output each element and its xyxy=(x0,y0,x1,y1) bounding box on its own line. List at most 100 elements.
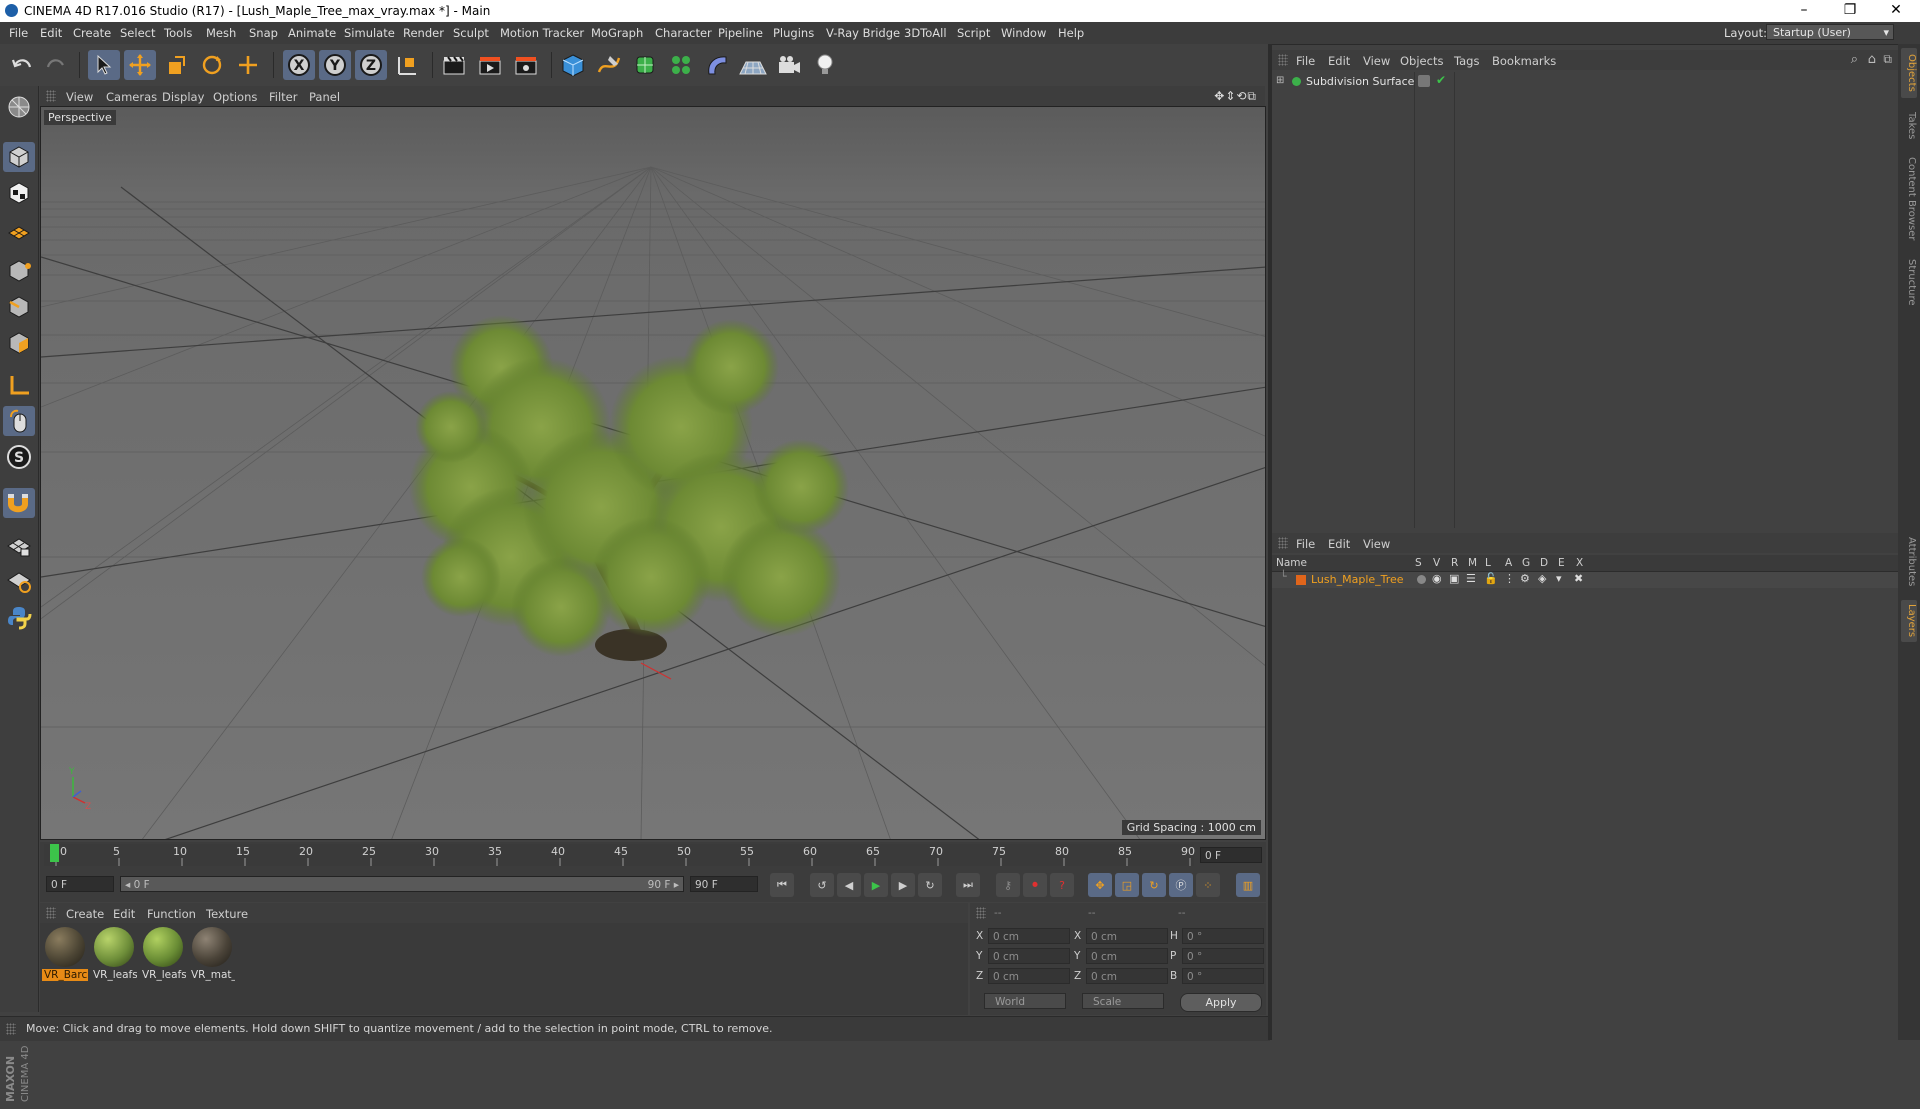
manager-list-icon[interactable]: ☰ xyxy=(1466,572,1476,585)
axis-mode-button[interactable] xyxy=(3,370,35,400)
viewport-menu-options[interactable]: Options xyxy=(213,90,257,104)
size-mode-select[interactable]: Scale xyxy=(1082,993,1164,1009)
rotation-b-field[interactable]: 0 ° xyxy=(1182,968,1264,984)
recent-tool-button[interactable] xyxy=(232,50,264,80)
layer-col-view[interactable]: V xyxy=(1433,557,1440,569)
layer-name[interactable]: Lush_Maple_Tree xyxy=(1311,573,1404,586)
objects-menu-objects[interactable]: Objects xyxy=(1400,54,1443,68)
timeline-ruler[interactable]: 0 5 10 15 20 25 30 35 40 45 50 55 60 65 … xyxy=(40,842,1266,868)
maximize-button[interactable]: ❐ xyxy=(1830,2,1870,18)
menu-mograph[interactable]: MoGraph xyxy=(591,26,643,40)
deformer-icon[interactable]: ◈ xyxy=(1538,572,1546,585)
polygons-mode-button[interactable] xyxy=(3,328,35,358)
layers-menu-edit[interactable]: Edit xyxy=(1328,537,1350,551)
layers-menu-file[interactable]: File xyxy=(1296,537,1315,551)
render-settings-button[interactable] xyxy=(510,50,542,80)
add-camera-button[interactable] xyxy=(773,50,805,80)
menu-pipeline[interactable]: Pipeline xyxy=(718,26,763,40)
search-icon[interactable]: ⌕ xyxy=(1851,52,1858,67)
layer-col-name[interactable]: Name xyxy=(1276,557,1307,569)
points-mode-button[interactable] xyxy=(3,256,35,286)
menu-render[interactable]: Render xyxy=(403,26,444,40)
viewport-menu-cameras[interactable]: Cameras xyxy=(106,90,157,104)
layer-col-render[interactable]: R xyxy=(1451,557,1458,569)
z-axis-lock-button[interactable]: Z xyxy=(355,50,387,80)
add-mograph-button[interactable] xyxy=(665,50,697,80)
tab-attributes[interactable]: Attributes xyxy=(1901,532,1917,592)
expand-icon[interactable]: ⊞ xyxy=(1276,75,1284,86)
solo-mode-button[interactable]: S xyxy=(3,442,35,472)
go-to-start-button[interactable]: ⏮ xyxy=(770,873,794,897)
menu-tools[interactable]: Tools xyxy=(164,26,192,40)
solo-dot-icon[interactable] xyxy=(1417,575,1426,584)
move-tool-button[interactable] xyxy=(124,50,156,80)
material-menu-edit[interactable]: Edit xyxy=(113,907,135,921)
menu-3dtoall[interactable]: 3DToAll xyxy=(904,26,947,40)
add-generator-button[interactable] xyxy=(629,50,661,80)
visibility-toggle-icon[interactable] xyxy=(1418,75,1430,87)
next-frame-button[interactable]: ▶ xyxy=(891,873,915,897)
layer-col-deformers[interactable]: D xyxy=(1540,557,1548,569)
coordinate-system-button[interactable] xyxy=(391,50,423,80)
tab-layers[interactable]: Layers xyxy=(1901,600,1917,642)
previous-keyframe-button[interactable]: ↺ xyxy=(810,873,834,897)
play-button[interactable]: ▶ xyxy=(864,873,888,897)
position-y-field[interactable]: 0 cm xyxy=(988,948,1070,964)
layer-col-manager[interactable]: M xyxy=(1468,557,1477,569)
menu-plugins[interactable]: Plugins xyxy=(773,26,814,40)
previous-frame-button[interactable]: ◀ xyxy=(837,873,861,897)
redo-button[interactable] xyxy=(40,50,72,80)
tab-takes[interactable]: Takes xyxy=(1901,106,1917,146)
material-menu-function[interactable]: Function xyxy=(147,907,196,921)
material-swatch[interactable]: VR_Barc xyxy=(42,925,88,981)
timeline-playhead[interactable] xyxy=(50,844,59,862)
panel-grip-icon[interactable] xyxy=(976,907,986,919)
next-keyframe-button[interactable]: ↻ xyxy=(918,873,942,897)
tab-objects[interactable]: Objects xyxy=(1901,48,1917,98)
menu-motion-tracker[interactable]: Motion Tracker xyxy=(500,26,584,40)
current-frame-field[interactable]: 0 F xyxy=(1200,847,1262,863)
edges-mode-button[interactable] xyxy=(3,292,35,322)
layout-select[interactable]: Startup (User) ▾ xyxy=(1766,24,1894,40)
layer-col-solo[interactable]: S xyxy=(1415,557,1422,569)
scale-tool-button[interactable] xyxy=(160,50,192,80)
objects-menu-view[interactable]: View xyxy=(1363,54,1390,68)
timeline-window-button[interactable]: ▥ xyxy=(1236,873,1260,897)
tweak-mode-button[interactable] xyxy=(3,406,35,436)
panel-grip-icon[interactable] xyxy=(1278,537,1288,549)
rotation-p-field[interactable]: 0 ° xyxy=(1182,948,1264,964)
layer-color-swatch[interactable] xyxy=(1296,575,1306,585)
panel-grip-icon[interactable] xyxy=(1278,54,1288,66)
apply-button[interactable]: Apply xyxy=(1180,993,1262,1012)
layer-col-xref[interactable]: X xyxy=(1576,557,1583,569)
layer-col-locked[interactable]: L xyxy=(1485,557,1491,569)
menu-sculpt[interactable]: Sculpt xyxy=(453,26,489,40)
record-rotation-button[interactable]: ↻ xyxy=(1142,873,1166,897)
workplane-lock-button[interactable] xyxy=(3,530,35,560)
menu-select[interactable]: Select xyxy=(120,26,155,40)
viewport-camera-label[interactable]: Perspective xyxy=(44,110,116,125)
menu-script[interactable]: Script xyxy=(957,26,990,40)
viewport-menu-view[interactable]: View xyxy=(66,90,93,104)
undo-button[interactable] xyxy=(6,50,38,80)
viewport-menu-panel[interactable]: Panel xyxy=(309,90,340,104)
menu-vray-bridge[interactable]: V-Ray Bridge xyxy=(826,26,900,40)
record-parameter-button[interactable]: Ⓟ xyxy=(1169,873,1193,897)
model-mode-button[interactable] xyxy=(3,142,35,172)
record-point-level-button[interactable]: ⁘ xyxy=(1196,873,1220,897)
rotate-tool-button[interactable] xyxy=(196,50,228,80)
position-z-field[interactable]: 0 cm xyxy=(988,968,1070,984)
position-x-field[interactable]: 0 cm xyxy=(988,928,1070,944)
tab-structure[interactable]: Structure xyxy=(1901,252,1917,312)
objects-menu-edit[interactable]: Edit xyxy=(1328,54,1350,68)
menu-snap[interactable]: Snap xyxy=(249,26,278,40)
layer-col-generators[interactable]: G xyxy=(1522,557,1530,569)
layer-col-animation[interactable]: A xyxy=(1505,557,1512,569)
make-editable-button[interactable] xyxy=(3,92,35,122)
quantize-button[interactable] xyxy=(3,566,35,596)
workplane-mode-button[interactable] xyxy=(3,214,35,244)
rotation-h-field[interactable]: 0 ° xyxy=(1182,928,1264,944)
menu-mesh[interactable]: Mesh xyxy=(206,26,236,40)
viewport-menu-filter[interactable]: Filter xyxy=(269,90,297,104)
layer-col-expressions[interactable]: E xyxy=(1558,557,1565,569)
